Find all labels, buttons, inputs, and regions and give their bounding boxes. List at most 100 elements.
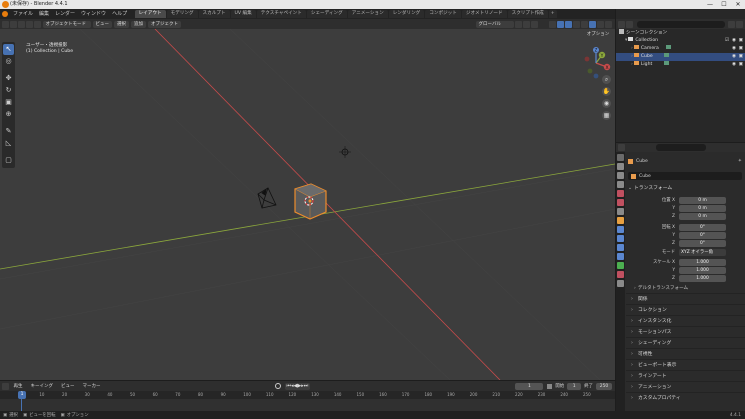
scale-z-field[interactable]: 1.000 bbox=[679, 275, 726, 282]
rotation-y-field[interactable]: 0° bbox=[679, 232, 726, 239]
maximize-button[interactable]: ☐ bbox=[717, 0, 731, 9]
outliner-row-collection[interactable]: ▾ Collection ☑ ◉ ▣ bbox=[616, 37, 745, 45]
rotation-z-field[interactable]: 0° bbox=[679, 240, 726, 247]
end-frame-field[interactable]: 250 bbox=[596, 382, 612, 390]
current-frame-field[interactable]: 1 bbox=[515, 382, 544, 390]
transform-panel-header[interactable]: ⌄ トランスフォーム bbox=[628, 184, 672, 191]
mesh-data-icon[interactable] bbox=[664, 53, 670, 57]
tool-tab-icon[interactable] bbox=[617, 154, 624, 161]
camera-data-icon[interactable] bbox=[666, 45, 672, 49]
start-frame-field[interactable]: 1 bbox=[567, 382, 582, 390]
select-subtract-icon[interactable] bbox=[26, 20, 33, 28]
modifier-tab-icon[interactable] bbox=[617, 226, 624, 233]
data-tab-icon[interactable] bbox=[617, 262, 624, 269]
section-shading[interactable]: シェーディング bbox=[626, 337, 745, 349]
add-cube-tool-icon[interactable]: ▢ bbox=[3, 155, 14, 166]
jump-end-icon[interactable]: ⏭ bbox=[304, 383, 309, 389]
tab-sculpt[interactable]: スカルプト bbox=[198, 10, 230, 18]
visibility-eye-icon[interactable]: ◉ bbox=[732, 37, 736, 45]
tab-shading[interactable]: シェーディング bbox=[306, 10, 347, 18]
light-object[interactable] bbox=[339, 146, 351, 158]
measure-tool-icon[interactable]: ◺ bbox=[3, 138, 14, 149]
menu-help[interactable]: ヘルプ bbox=[109, 9, 130, 19]
render-tab-icon[interactable] bbox=[617, 163, 624, 170]
physics-tab-icon[interactable] bbox=[617, 244, 624, 251]
outliner-row-light[interactable]: › Light ◉ ▣ bbox=[616, 61, 745, 69]
location-x-field[interactable]: 0 m bbox=[679, 197, 726, 204]
rotation-x-field[interactable]: 0° bbox=[679, 224, 726, 231]
preview-range-icon[interactable] bbox=[547, 383, 553, 389]
annotate-tool-icon[interactable]: ✎ bbox=[3, 126, 14, 137]
outliner-row-camera[interactable]: › Camera ◉ ▣ bbox=[616, 45, 745, 53]
rotate-tool-icon[interactable]: ↻ bbox=[3, 85, 14, 96]
tab-animation[interactable]: アニメーション bbox=[347, 10, 388, 18]
outliner-search-input[interactable] bbox=[636, 20, 725, 28]
menu-timeline-view[interactable]: ビュー bbox=[58, 383, 78, 390]
tab-layout[interactable]: レイアウト bbox=[134, 10, 166, 18]
camera-view-icon[interactable]: ◉ bbox=[602, 99, 611, 108]
section-instancing[interactable]: インスタンス化 bbox=[626, 315, 745, 327]
menu-add[interactable]: 追加 bbox=[131, 20, 146, 28]
transform-orientation-dropdown[interactable]: グローバル bbox=[475, 20, 514, 28]
location-z-field[interactable]: 0 m bbox=[679, 213, 726, 220]
outliner-row-cube[interactable]: › Cube ◉ ▣ bbox=[616, 53, 745, 61]
tab-uv-editing[interactable]: UV 編集 bbox=[230, 10, 256, 18]
tab-rendering[interactable]: レンダリング bbox=[388, 10, 425, 18]
output-tab-icon[interactable] bbox=[617, 172, 624, 179]
select-invert-icon[interactable] bbox=[34, 20, 41, 28]
section-animation[interactable]: アニメーション bbox=[626, 381, 745, 393]
collapse-arrow-icon[interactable]: ▾ bbox=[625, 38, 627, 43]
new-collection-icon[interactable] bbox=[736, 20, 743, 28]
pan-view-icon[interactable]: ✋ bbox=[602, 87, 611, 96]
shading-rendered-icon[interactable] bbox=[605, 20, 612, 28]
select-tool-icon[interactable]: ↖ bbox=[3, 44, 14, 55]
overlay-toggle-icon[interactable] bbox=[565, 20, 572, 28]
scale-tool-icon[interactable]: ▣ bbox=[3, 97, 14, 108]
tab-scripting[interactable]: スクリプト作成 bbox=[507, 10, 548, 18]
outliner-row-scene-collection[interactable]: シーンコレクション bbox=[616, 29, 745, 37]
outliner-editor-icon[interactable] bbox=[618, 20, 625, 28]
options-dropdown[interactable]: オプション bbox=[583, 31, 613, 38]
zoom-view-icon[interactable]: ⌕ bbox=[602, 75, 611, 84]
cube-object[interactable] bbox=[294, 183, 327, 220]
visibility-eye-icon[interactable]: ◉ bbox=[732, 61, 736, 69]
snap-icon[interactable] bbox=[523, 20, 530, 28]
editor-type-icon[interactable] bbox=[2, 20, 9, 28]
constraints-tab-icon[interactable] bbox=[617, 253, 624, 260]
gizmo-toggle-icon[interactable] bbox=[557, 20, 564, 28]
tab-modeling[interactable]: モデリング bbox=[166, 10, 198, 18]
menu-playback[interactable]: 再生 bbox=[11, 383, 26, 390]
section-line-art[interactable]: ラインアート bbox=[626, 370, 745, 382]
cursor-tool-icon[interactable]: ◎ bbox=[3, 56, 14, 67]
shading-wireframe-icon[interactable] bbox=[581, 20, 588, 28]
object-name-field[interactable]: Cube bbox=[628, 172, 742, 180]
tab-geometry-nodes[interactable]: ジオメトリノード bbox=[461, 10, 507, 18]
add-workspace-button[interactable]: + bbox=[548, 10, 557, 18]
properties-search-input[interactable] bbox=[655, 144, 706, 151]
location-y-field[interactable]: 0 m bbox=[679, 205, 726, 212]
exclude-checkbox-icon[interactable]: ☑ bbox=[725, 37, 729, 45]
select-extend-icon[interactable] bbox=[18, 20, 25, 28]
section-motion-paths[interactable]: モーションパス bbox=[626, 326, 745, 338]
auto-key-icon[interactable] bbox=[274, 383, 281, 389]
particles-tab-icon[interactable] bbox=[617, 235, 624, 242]
delta-transform-header[interactable]: › デルタトランスフォーム bbox=[634, 285, 688, 291]
shading-solid-icon[interactable] bbox=[589, 20, 596, 28]
pivot-point-icon[interactable] bbox=[515, 20, 522, 28]
pin-icon[interactable]: ✦ bbox=[738, 158, 742, 164]
object-tab-icon[interactable] bbox=[617, 217, 624, 224]
render-camera-icon[interactable]: ▣ bbox=[739, 53, 743, 61]
scene-tab-icon[interactable] bbox=[617, 190, 624, 197]
move-tool-icon[interactable]: ✥ bbox=[3, 73, 14, 84]
menu-render[interactable]: レンダー bbox=[52, 9, 78, 19]
material-tab-icon[interactable] bbox=[617, 271, 624, 278]
tab-compositing[interactable]: コンポジット bbox=[425, 10, 461, 18]
menu-window[interactable]: ウィンドウ bbox=[78, 9, 109, 19]
visibility-eye-icon[interactable]: ◉ bbox=[732, 45, 736, 53]
camera-object[interactable] bbox=[257, 187, 277, 209]
section-viewport-display[interactable]: ビューポート表示 bbox=[626, 359, 745, 371]
filter-icon[interactable] bbox=[728, 20, 735, 28]
select-box-icon[interactable] bbox=[10, 20, 17, 28]
display-mode-icon[interactable] bbox=[626, 20, 633, 28]
timeline-editor-icon[interactable] bbox=[2, 382, 9, 390]
